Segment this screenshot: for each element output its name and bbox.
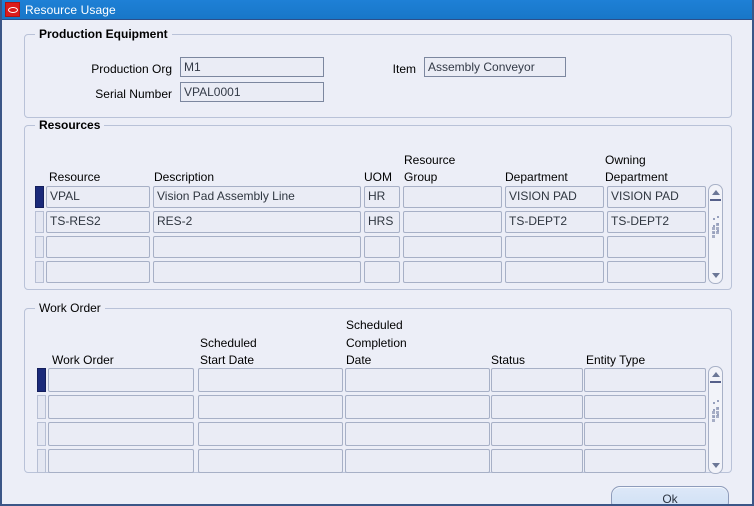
resources-col-description: Description bbox=[154, 170, 215, 184]
work-order-cell-scheduled-completion-date[interactable] bbox=[345, 449, 490, 473]
work-order-col-scheduled-completion-date-line1: Scheduled bbox=[346, 318, 403, 332]
work-order-cell-work-order[interactable] bbox=[48, 422, 194, 446]
oracle-logo-icon bbox=[5, 2, 20, 17]
resources-cell-department[interactable] bbox=[505, 261, 604, 283]
resources-cell-description[interactable]: Vision Pad Assembly Line bbox=[153, 186, 361, 208]
window-titlebar[interactable]: Resource Usage bbox=[2, 0, 752, 20]
work-order-cell-status[interactable] bbox=[491, 395, 583, 419]
resources-cell-department[interactable]: VISION PAD bbox=[505, 186, 604, 208]
resource-usage-window: Resource Usage Production Equipment Prod… bbox=[0, 0, 754, 506]
serial-number-field[interactable]: VPAL0001 bbox=[180, 82, 324, 102]
resources-cell-uom[interactable]: HRS bbox=[364, 211, 400, 233]
resources-cell-department[interactable] bbox=[505, 236, 604, 258]
work-order-cell-entity-type[interactable] bbox=[584, 449, 706, 473]
work-order-cell-status[interactable] bbox=[491, 422, 583, 446]
resources-cell-uom[interactable] bbox=[364, 236, 400, 258]
work-order-cell-scheduled-completion-date[interactable] bbox=[345, 368, 490, 392]
window-title: Resource Usage bbox=[25, 2, 116, 17]
scroll-down-icon[interactable] bbox=[709, 459, 722, 472]
resources-cell-resource[interactable]: TS-RES2 bbox=[46, 211, 150, 233]
resources-col-uom: UOM bbox=[364, 170, 392, 184]
resources-cell-owning-department[interactable]: VISION PAD bbox=[607, 186, 706, 208]
resources-cell-resource-group[interactable] bbox=[403, 261, 502, 283]
work-order-cell-status[interactable] bbox=[491, 368, 583, 392]
resources-cell-owning-department[interactable]: TS-DEPT2 bbox=[607, 211, 706, 233]
scroll-up-icon[interactable] bbox=[709, 368, 722, 381]
resources-row-marker[interactable] bbox=[35, 211, 44, 233]
work-order-cell-work-order[interactable] bbox=[48, 449, 194, 473]
resources-legend: Resources bbox=[35, 118, 105, 132]
work-order-cell-scheduled-start-date[interactable] bbox=[198, 449, 343, 473]
production-org-field[interactable]: M1 bbox=[180, 57, 324, 77]
work-order-col-work-order: Work Order bbox=[52, 353, 114, 367]
work-order-row-marker[interactable] bbox=[37, 395, 46, 419]
work-order-col-status: Status bbox=[491, 353, 526, 367]
resources-cell-resource[interactable] bbox=[46, 261, 150, 283]
resources-row-marker[interactable] bbox=[35, 236, 44, 258]
scroll-down-icon[interactable] bbox=[709, 269, 722, 282]
resources-row-marker[interactable] bbox=[35, 261, 44, 283]
work-order-cell-scheduled-completion-date[interactable] bbox=[345, 395, 490, 419]
scroll-up-icon[interactable] bbox=[709, 186, 722, 199]
work-order-legend: Work Order bbox=[35, 301, 105, 315]
resources-resize-grip[interactable] bbox=[712, 216, 721, 242]
resources-row-marker[interactable] bbox=[35, 186, 44, 208]
resources-cell-resource-group[interactable] bbox=[403, 186, 502, 208]
resources-col-resource: Resource bbox=[49, 170, 101, 184]
resources-cell-uom[interactable]: HR bbox=[364, 186, 400, 208]
resources-col-resource-group-line2: Group bbox=[404, 170, 438, 184]
work-order-cell-work-order[interactable] bbox=[48, 368, 194, 392]
production-org-label: Production Org bbox=[91, 62, 172, 76]
work-order-row-marker[interactable] bbox=[37, 368, 46, 392]
work-order-cell-scheduled-start-date[interactable] bbox=[198, 368, 343, 392]
resources-cell-owning-department[interactable] bbox=[607, 236, 706, 258]
item-label: Item bbox=[392, 62, 416, 76]
resources-col-resource-group-line1: Resource bbox=[404, 153, 456, 167]
work-order-col-scheduled-completion-date-line3: Date bbox=[346, 353, 372, 367]
work-order-cell-scheduled-completion-date[interactable] bbox=[345, 422, 490, 446]
resources-cell-resource[interactable]: VPAL bbox=[46, 186, 150, 208]
resources-cell-department[interactable]: TS-DEPT2 bbox=[505, 211, 604, 233]
work-order-col-scheduled-completion-date-line2: Completion bbox=[346, 336, 407, 350]
work-order-cell-entity-type[interactable] bbox=[584, 395, 706, 419]
serial-number-label: Serial Number bbox=[95, 87, 172, 101]
resources-cell-owning-department[interactable] bbox=[607, 261, 706, 283]
resources-cell-description[interactable] bbox=[153, 261, 361, 283]
resources-cell-resource-group[interactable] bbox=[403, 211, 502, 233]
resources-col-owning-department-line2: Department bbox=[605, 170, 668, 184]
resources-col-department: Department bbox=[505, 170, 568, 184]
window-client-area: Production Equipment Production Org M1 S… bbox=[2, 20, 752, 504]
work-order-cell-scheduled-start-date[interactable] bbox=[198, 395, 343, 419]
work-order-resize-grip[interactable] bbox=[712, 400, 721, 426]
work-order-row-marker[interactable] bbox=[37, 449, 46, 473]
production-equipment-group: Production Equipment bbox=[24, 27, 732, 118]
work-order-cell-entity-type[interactable] bbox=[584, 368, 706, 392]
item-field[interactable]: Assembly Conveyor bbox=[424, 57, 566, 77]
work-order-cell-scheduled-start-date[interactable] bbox=[198, 422, 343, 446]
resources-cell-resource-group[interactable] bbox=[403, 236, 502, 258]
resources-cell-uom[interactable] bbox=[364, 261, 400, 283]
resources-col-owning-department-line1: Owning bbox=[605, 153, 646, 167]
production-equipment-legend: Production Equipment bbox=[35, 27, 172, 41]
work-order-cell-work-order[interactable] bbox=[48, 395, 194, 419]
ok-button[interactable]: Ok bbox=[611, 486, 729, 504]
work-order-cell-status[interactable] bbox=[491, 449, 583, 473]
resources-cell-resource[interactable] bbox=[46, 236, 150, 258]
work-order-col-scheduled-start-date-line2: Start Date bbox=[200, 353, 255, 367]
resources-cell-description[interactable] bbox=[153, 236, 361, 258]
resources-cell-description[interactable]: RES-2 bbox=[153, 211, 361, 233]
work-order-cell-entity-type[interactable] bbox=[584, 422, 706, 446]
work-order-col-scheduled-start-date-line1: Scheduled bbox=[200, 336, 257, 350]
work-order-col-entity-type: Entity Type bbox=[586, 353, 646, 367]
work-order-row-marker[interactable] bbox=[37, 422, 46, 446]
